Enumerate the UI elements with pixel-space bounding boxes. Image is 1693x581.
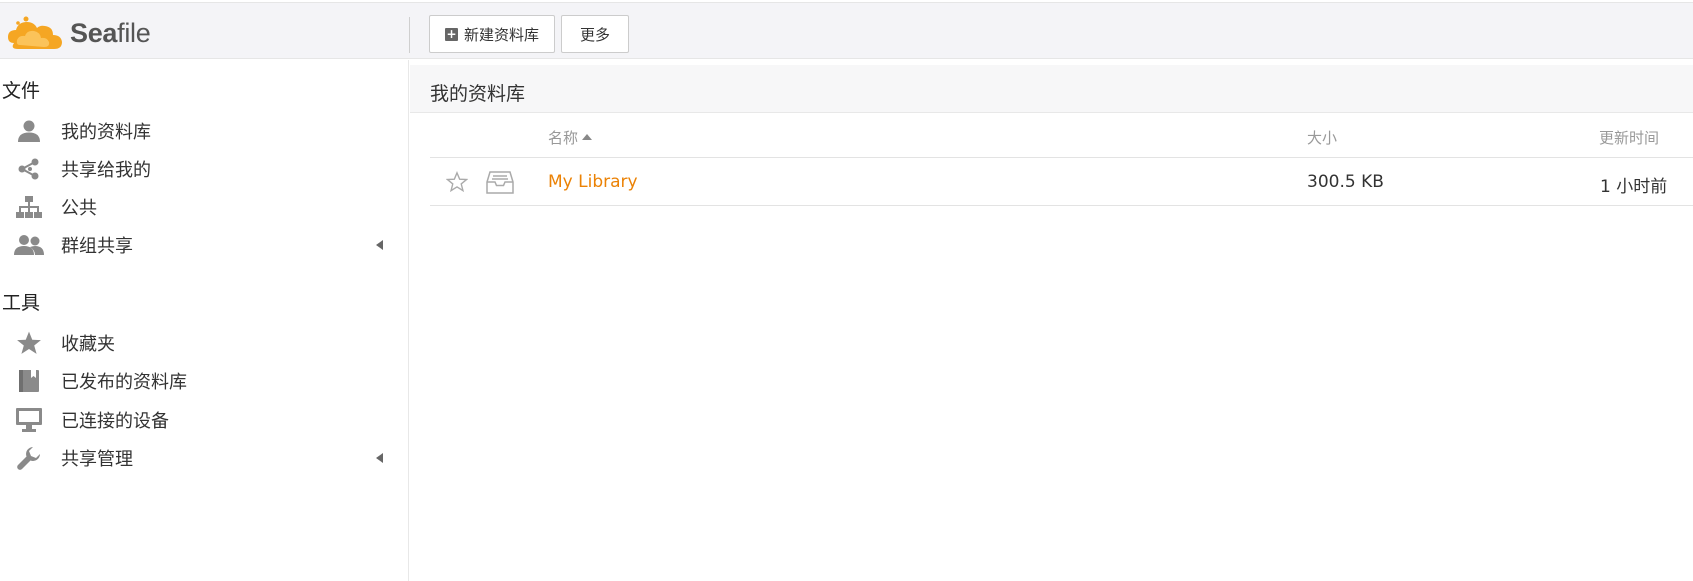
- new-library-label: 新建资料库: [463, 25, 539, 44]
- library-icon: [486, 169, 514, 200]
- files-section-title: 文件: [2, 80, 41, 102]
- library-size: 300.5 KB: [1307, 172, 1384, 192]
- user-icon: [14, 116, 44, 146]
- sidebar-item-favorites[interactable]: 收藏夹: [0, 324, 400, 362]
- sidebar-item-share-admin[interactable]: 共享管理: [0, 439, 400, 477]
- sidebar-item-group-shares[interactable]: 群组共享: [0, 226, 400, 264]
- sidebar-item-label: 收藏夹: [61, 334, 115, 355]
- star-outline-icon[interactable]: [445, 171, 469, 198]
- top-bar: Seafile + 新建资料库 更多: [0, 2, 1693, 59]
- monitor-icon: [14, 405, 44, 435]
- caret-left-icon[interactable]: [376, 453, 383, 463]
- book-icon: [14, 366, 44, 396]
- share-icon: [14, 154, 44, 184]
- logo-text: Seafile: [70, 17, 151, 48]
- column-header-size: 大小: [1307, 129, 1338, 147]
- column-header-updated: 更新时间: [1599, 129, 1660, 147]
- sort-asc-icon: [582, 133, 593, 140]
- main-header: 我的资料库: [410, 65, 1693, 113]
- sidebar-item-label: 已连接的设备: [61, 411, 169, 432]
- seafile-logo[interactable]: Seafile: [6, 13, 151, 53]
- table-row[interactable]: My Library 300.5 KB 1 小时前: [430, 158, 1693, 206]
- star-icon: [14, 328, 44, 358]
- sidebar-item-label: 我的资料库: [61, 122, 151, 143]
- sidebar-item-published-libraries[interactable]: 已发布的资料库: [0, 362, 400, 400]
- page-title: 我的资料库: [430, 83, 526, 105]
- library-updated: 1 小时前: [1600, 177, 1668, 197]
- sidebar-item-label: 共享管理: [61, 449, 133, 470]
- wrench-icon: [14, 443, 44, 473]
- sidebar-item-label: 群组共享: [61, 236, 133, 257]
- group-icon: [14, 230, 44, 260]
- sidebar-item-label: 共享给我的: [61, 160, 151, 181]
- library-name-link[interactable]: My Library: [548, 172, 638, 192]
- top-divider: [409, 17, 410, 53]
- main-content: 我的资料库 名称 大小 更新时间 My Library 300.5 KB 1 小…: [410, 60, 1693, 581]
- sidebar-item-label: 公共: [61, 198, 97, 219]
- more-label: 更多: [579, 25, 610, 44]
- plus-icon: +: [444, 26, 458, 41]
- seafile-logo-icon: [8, 16, 62, 49]
- column-header-name[interactable]: 名称: [548, 127, 593, 148]
- sidebar-item-my-libraries[interactable]: 我的资料库: [0, 112, 400, 150]
- sitemap-icon: [14, 192, 44, 222]
- new-library-button[interactable]: + 新建资料库: [429, 15, 555, 53]
- caret-left-icon[interactable]: [376, 240, 383, 250]
- sidebar-item-public[interactable]: 公共: [0, 188, 400, 226]
- sidebar: 文件 我的资料库 共享给我的 公共 群组共享 工具 收藏夹 已发布的资料库 已连…: [0, 60, 409, 581]
- column-header-name-label: 名称: [548, 129, 579, 147]
- sidebar-item-shared-with-me[interactable]: 共享给我的: [0, 150, 400, 188]
- sidebar-item-linked-devices[interactable]: 已连接的设备: [0, 401, 400, 439]
- sidebar-item-label: 已发布的资料库: [61, 372, 187, 393]
- tools-section-title: 工具: [2, 292, 41, 314]
- more-button[interactable]: 更多: [561, 15, 629, 53]
